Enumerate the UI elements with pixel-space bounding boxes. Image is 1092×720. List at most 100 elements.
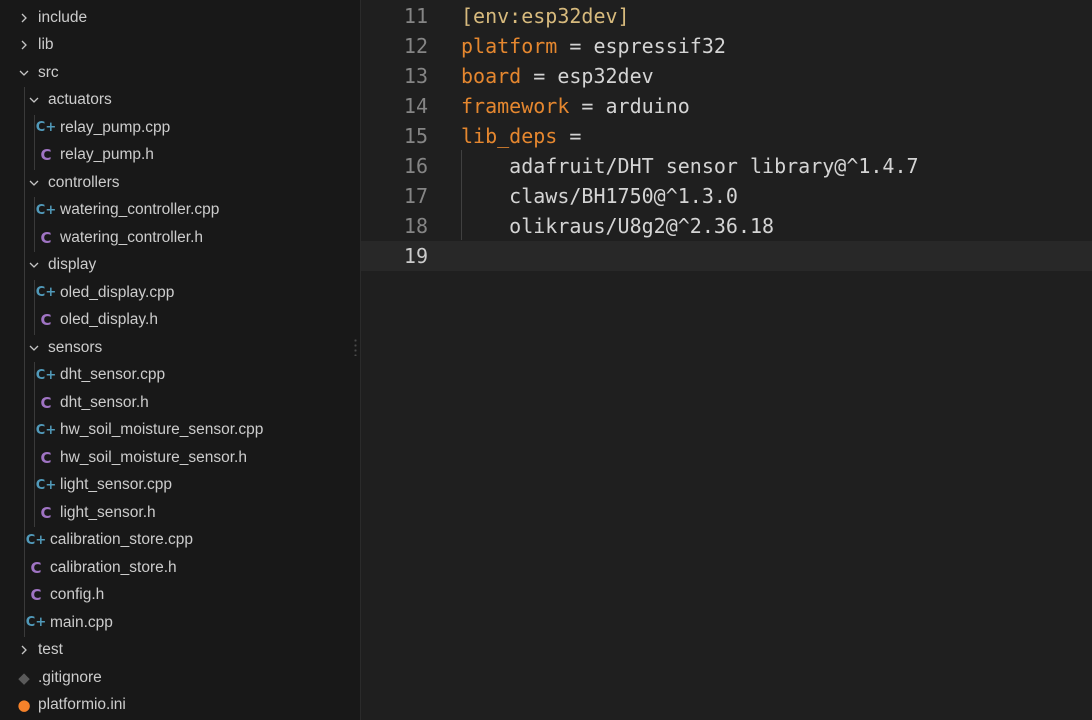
code-token-key: board [461,64,522,88]
tree-item-label: relay_pump.h [60,146,154,163]
tree-file-platformio-ini[interactable]: ● platformio.ini [0,692,360,718]
cpp-file-icon: C+ [35,422,57,438]
c-header-file-icon: C [30,558,42,577]
chevron-right-icon[interactable] [16,37,32,53]
code-token-op: = [557,124,582,148]
line-number: 12 [403,34,428,58]
code-token-key: lib_deps [461,124,558,148]
code-line[interactable]: 11 [env:esp32dev] [361,1,1092,31]
tree-folder-lib[interactable]: lib [0,32,360,58]
tree-item-label: test [38,641,63,658]
cpp-file-icon: C+ [35,367,57,383]
code-line[interactable]: 17 claws/BH1750@^1.3.0 [361,181,1092,211]
tree-file-watering-controller-cpp[interactable]: C+ watering_controller.cpp [0,197,360,223]
chevron-down-icon[interactable] [26,92,42,108]
tree-file-relay-pump-cpp[interactable]: C+ relay_pump.cpp [0,115,360,141]
tree-item-label: main.cpp [50,613,113,631]
code-line[interactable]: 19 [361,241,1092,271]
code-text: [env:esp32dev] [461,1,630,31]
tree-file-dht-sensor-cpp[interactable]: C+ dht_sensor.cpp [0,362,360,388]
tree-file-hw-soil-moisture-sensor-h[interactable]: Chw_soil_moisture_sensor.h [0,445,360,471]
c-header-file-icon: C [40,503,52,522]
chevron-down-icon[interactable] [26,340,42,356]
tree-file-relay-pump-h[interactable]: Crelay_pump.h [0,142,360,168]
line-number: 18 [403,214,428,238]
cpp-file-icon: C+ [25,615,47,630]
code-token-op: = [521,64,558,88]
c-header-file-icon: C [40,146,52,164]
tree-folder-actuators[interactable]: actuators [0,87,360,113]
tree-item-label: dht_sensor.cpp [60,366,166,383]
tree-file-watering-controller-h[interactable]: Cwatering_controller.h [0,225,360,251]
chevron-down-icon[interactable] [26,175,42,191]
git-file-icon: ◆ [18,668,30,687]
tree-item-label: include [38,8,88,26]
chevron-right-icon[interactable] [16,10,32,26]
line-number: 15 [403,124,428,148]
c-header-file-icon: C [30,586,42,604]
c-header-file-icon: C [40,393,52,412]
tree-item-label: .gitignore [38,668,102,686]
chevron-down-icon[interactable] [26,257,42,273]
tree-file-hw-soil-moisture-sensor-cpp[interactable]: C+ hw_soil_moisture_sensor.cpp [0,417,360,443]
tree-item-label: platformio.ini [38,696,126,713]
line-number: 19 [403,244,428,268]
chevron-right-icon[interactable] [16,642,32,658]
code-line[interactable]: 13 board = esp32dev [361,61,1092,91]
sash-grip-icon[interactable] [354,338,357,356]
code-token-val: olikraus/U8g2@^2.36.18 [461,214,775,238]
tree-file-gitignore[interactable]: ◆ .gitignore [0,665,360,691]
tree-file-dht-sensor-h[interactable]: Cdht_sensor.h [0,390,360,416]
tree-folder-display[interactable]: display [0,252,360,278]
tree-item-label: oled_display.h [60,311,158,328]
tree-folder-include[interactable]: include [0,5,360,31]
line-number: 11 [403,4,428,28]
tree-folder-src[interactable]: src [0,60,360,86]
code-token-val: adafruit/DHT sensor library@^1.4.7 [461,154,919,178]
code-token-val: esp32dev [557,64,654,88]
tree-file-oled-display-h[interactable]: Coled_display.h [0,307,360,333]
code-text: board = esp32dev [461,61,654,91]
tree-file-light-sensor-cpp[interactable]: C+ light_sensor.cpp [0,472,360,498]
tree-item-label: hw_soil_moisture_sensor.cpp [60,421,264,438]
c-header-file-icon: C [40,228,52,247]
tree-file-oled-display-cpp[interactable]: C+ oled_display.cpp [0,280,360,306]
code-token-op: = [569,94,606,118]
file-explorer: include lib src actuators C+ relay_pump.cpp Cr… [0,0,360,720]
tree-folder-sensors[interactable]: sensors [0,335,360,361]
code-line[interactable]: 16 adafruit/DHT sensor library@^1.4.7 [361,151,1092,181]
tree-file-light-sensor-h[interactable]: Clight_sensor.h [0,500,360,526]
cpp-file-icon: C+ [25,532,47,548]
cpp-file-icon: C+ [35,120,57,135]
tree-file-main-cpp[interactable]: C+ main.cpp [0,610,360,636]
tree-folder-test[interactable]: test [0,637,360,663]
code-line[interactable]: 12 platform = espressif32 [361,31,1092,61]
tree-item-label: watering_controller.h [60,228,204,246]
tree-item-label: controllers [48,173,120,191]
code-line[interactable]: 14 framework = arduino [361,91,1092,121]
tree-folder-controllers[interactable]: controllers [0,170,360,196]
code-text: adafruit/DHT sensor library@^1.4.7 [461,151,919,181]
tree-item-label: light_sensor.cpp [60,476,173,493]
tree-item-label: watering_controller.cpp [60,201,220,218]
tree-item-label: display [48,256,97,273]
code-text: olikraus/U8g2@^2.36.18 [461,211,774,241]
tree-file-config-h[interactable]: Cconfig.h [0,582,360,608]
code-line[interactable]: 15 lib_deps = [361,121,1092,151]
tree-file-calibration-store-cpp[interactable]: C+ calibration_store.cpp [0,527,360,553]
code-line[interactable]: 18 olikraus/U8g2@^2.36.18 [361,211,1092,241]
code-token-op: = [557,34,594,58]
code-editor[interactable]: 11 [env:esp32dev] 12 platform = espressif32… [361,0,1092,720]
chevron-down-icon[interactable] [16,65,32,81]
cpp-file-icon: C+ [35,477,57,493]
code-token-val: claws/BH1750@^1.3.0 [461,184,738,208]
line-number: 16 [403,154,428,178]
tree-item-label: light_sensor.h [60,503,156,521]
tree-file-calibration-store-h[interactable]: Ccalibration_store.h [0,555,360,581]
tree-item-label: actuators [48,91,112,108]
tree-item-label: config.h [50,586,105,603]
tree-item-label: oled_display.cpp [60,283,175,301]
code-text: claws/BH1750@^1.3.0 [461,181,738,211]
tree-item-label: src [38,63,59,81]
platformio-icon: ● [17,696,31,714]
